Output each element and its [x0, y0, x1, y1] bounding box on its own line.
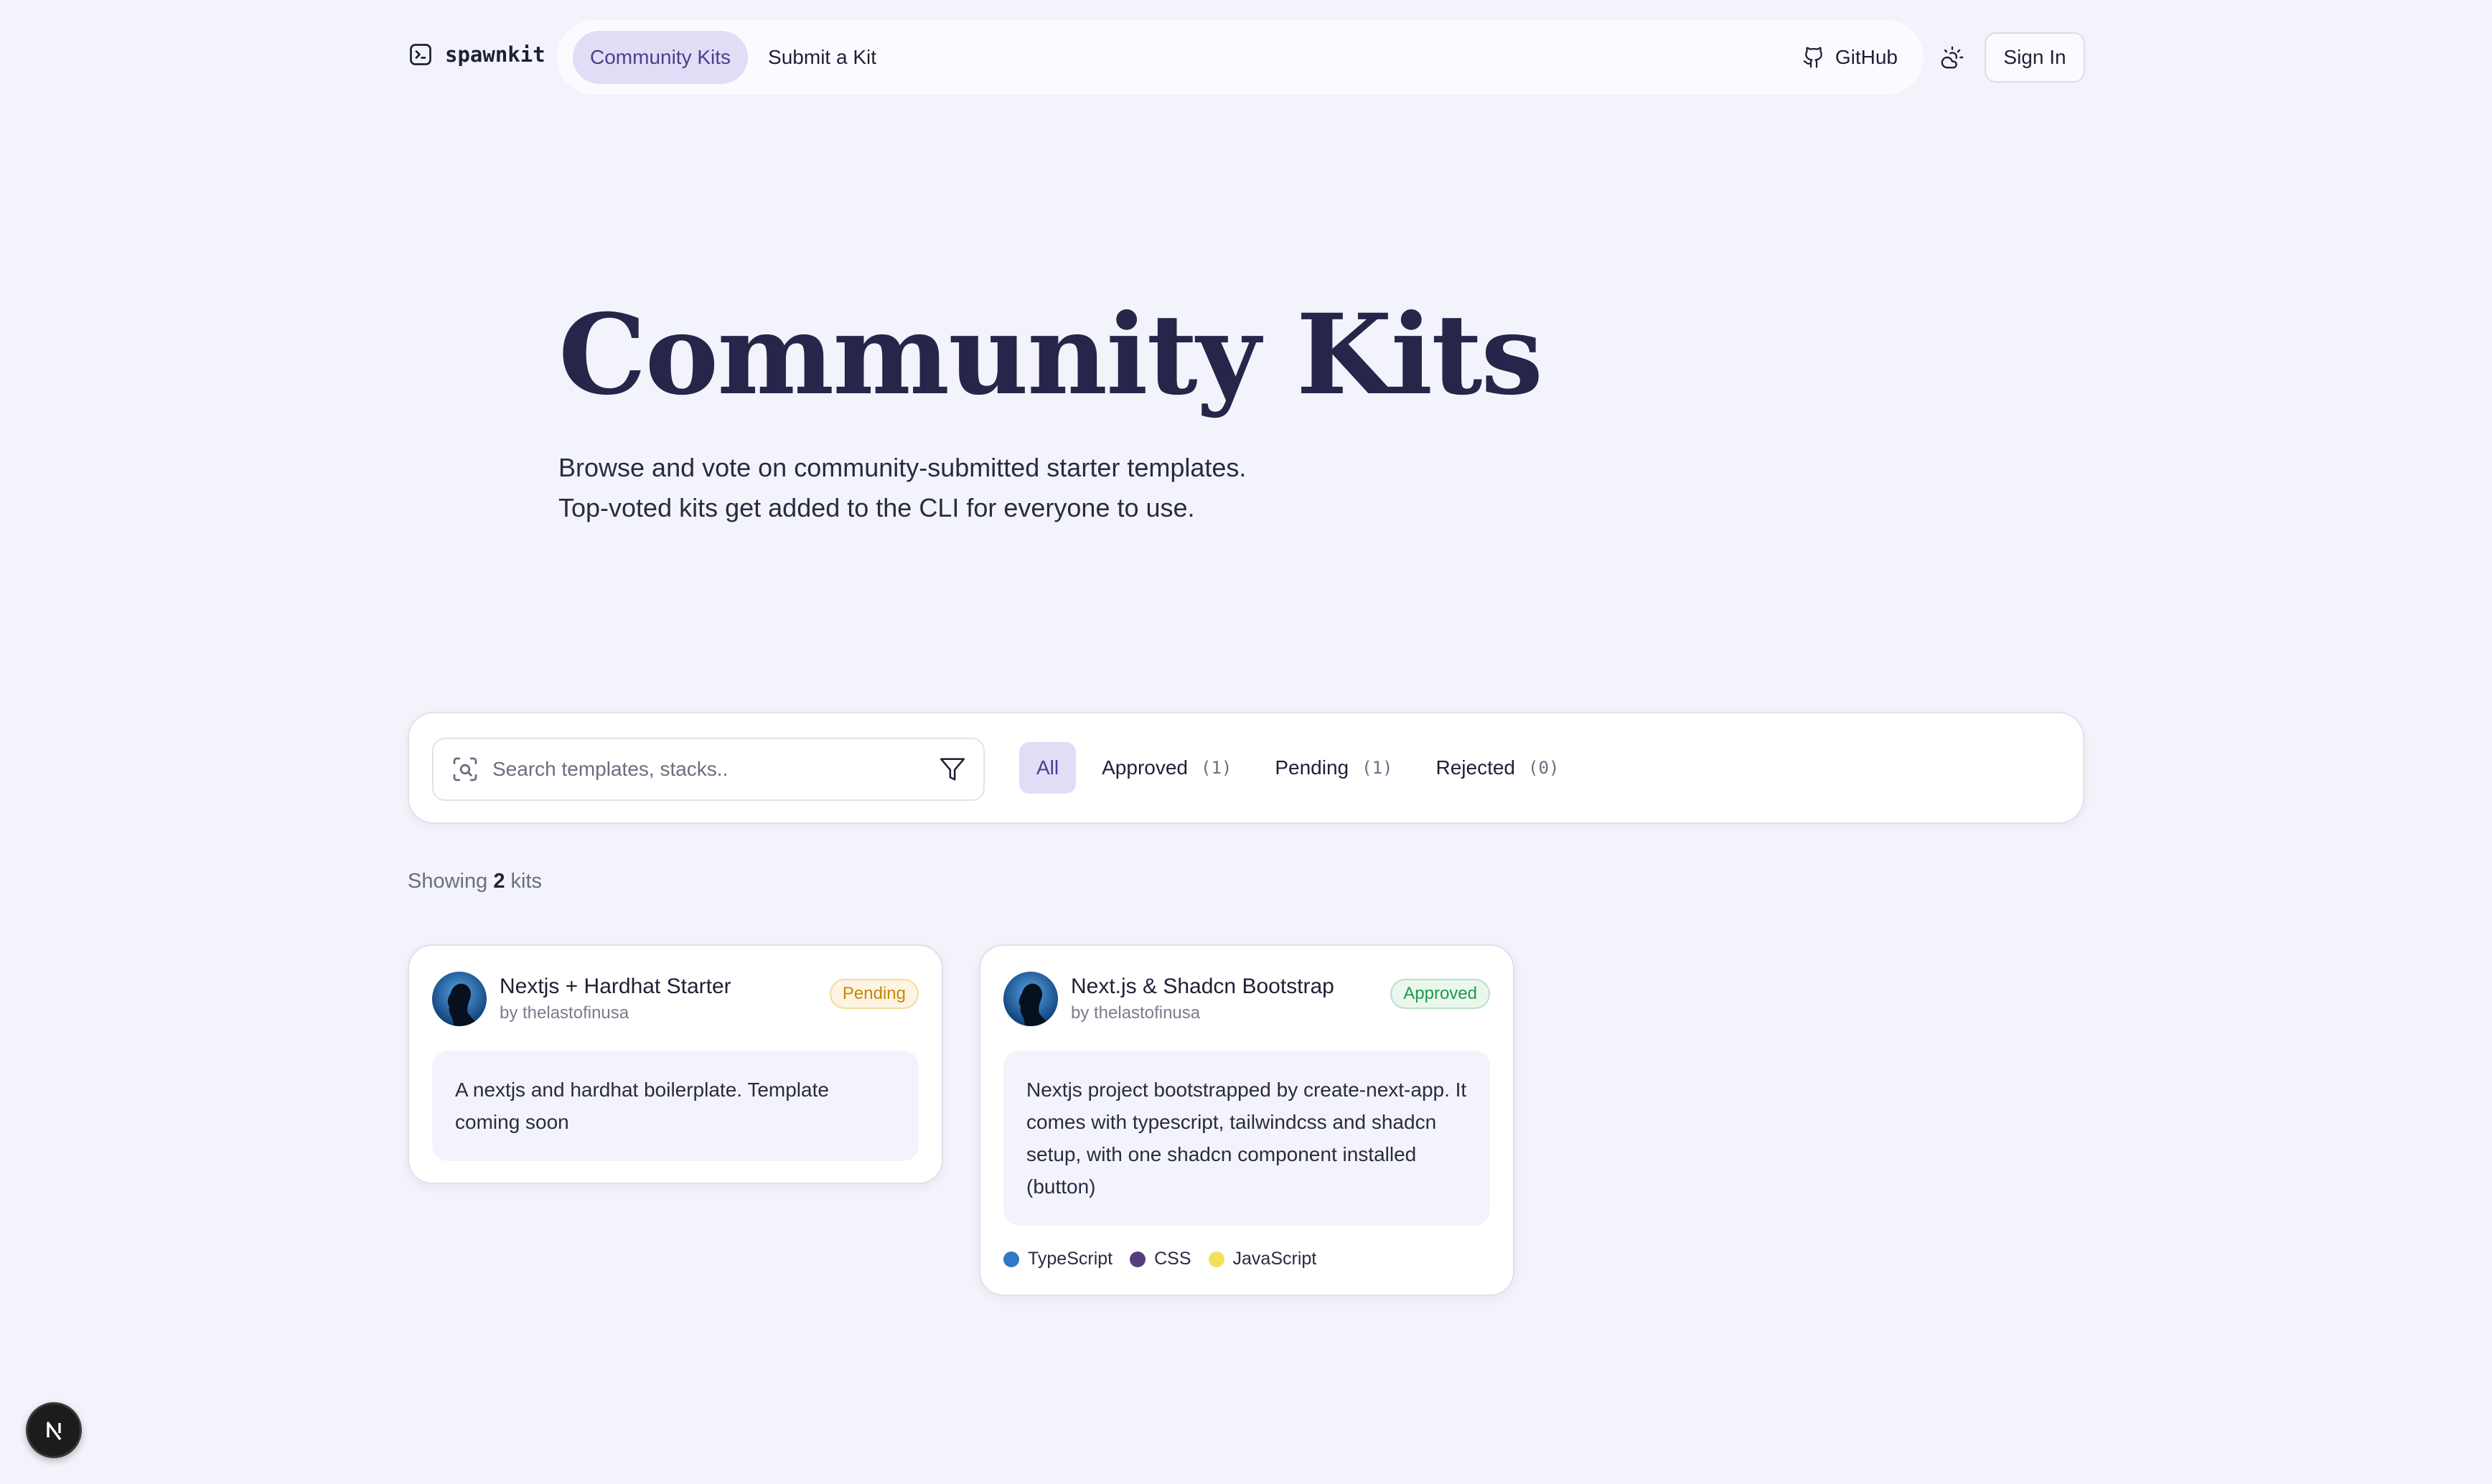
cloud-sun-icon — [1941, 46, 1964, 69]
nextjs-dev-badge[interactable] — [26, 1402, 82, 1458]
kit-card-titles: Next.js & Shadcn Bootstrap by thelastofi… — [1071, 975, 1334, 1023]
kit-author: by thelastofinusa — [1071, 1003, 1201, 1023]
tab-rejected-count: (0) — [1528, 758, 1560, 778]
nextjs-logo-icon — [47, 1422, 62, 1441]
language-item: CSS — [1130, 1249, 1191, 1269]
brand-logo[interactable]: spawnkit — [408, 42, 545, 67]
kit-author: by thelastofinusa — [500, 1003, 629, 1023]
top-navbar: Community Kits Submit a Kit GitHub — [557, 20, 1924, 95]
nav-tab-community-kits[interactable]: Community Kits — [573, 31, 749, 84]
tab-all[interactable]: All — [1019, 742, 1077, 794]
tab-rejected-label: Rejected — [1435, 756, 1515, 779]
tab-pending[interactable]: Pending (1) — [1257, 742, 1410, 794]
search-input[interactable] — [492, 758, 939, 781]
status-badge: Pending — [829, 979, 919, 1009]
brand-name: spawnkit — [445, 42, 545, 67]
tab-approved[interactable]: Approved (1) — [1085, 742, 1249, 794]
kit-title[interactable]: Nextjs + Hardhat Starter — [500, 975, 731, 999]
sign-in-button[interactable]: Sign In — [1985, 32, 2085, 83]
tab-all-label: All — [1036, 756, 1059, 779]
github-label: GitHub — [1835, 46, 1898, 68]
tab-rejected[interactable]: Rejected (0) — [1418, 742, 1576, 794]
page-description-line-1: Browse and vote on community-submitted s… — [558, 453, 1247, 482]
kit-card[interactable]: Nextjs + Hardhat Starter by thelastofinu… — [408, 944, 943, 1184]
tab-approved-count: (1) — [1201, 758, 1232, 778]
tab-pending-count: (1) — [1362, 758, 1393, 778]
github-icon — [1803, 47, 1822, 68]
filter-icon[interactable] — [939, 756, 966, 783]
status-tabs: All Approved (1) Pending (1) Rejected (0… — [1019, 742, 1576, 794]
kit-card-header: Nextjs + Hardhat Starter by thelastofinu… — [432, 972, 919, 1026]
terminal-icon — [410, 44, 431, 65]
search-box[interactable] — [432, 738, 985, 801]
results-prefix: Showing — [408, 870, 488, 893]
tab-approved-label: Approved — [1102, 756, 1188, 779]
page-description-line-2: Top-voted kits get added to the CLI for … — [558, 493, 1195, 522]
language-name: CSS — [1154, 1249, 1191, 1269]
nav-tab-submit-kit[interactable]: Submit a Kit — [751, 31, 894, 84]
kit-description: Nextjs project bootstrapped by create-ne… — [1003, 1051, 1490, 1226]
language-item: JavaScript — [1208, 1249, 1317, 1269]
github-link[interactable]: GitHub — [1792, 31, 1908, 84]
tab-pending-label: Pending — [1275, 756, 1349, 779]
page-title: Community Kits — [558, 290, 1543, 420]
search-icon — [453, 757, 477, 781]
language-list: TypeScript CSS JavaScript — [1003, 1249, 1316, 1269]
author-avatar — [1003, 972, 1058, 1026]
status-badge: Approved — [1390, 979, 1490, 1009]
language-name: TypeScript — [1028, 1249, 1113, 1269]
language-color-dot — [1003, 1251, 1019, 1267]
kit-card-header: Next.js & Shadcn Bootstrap by thelastofi… — [1003, 972, 1490, 1026]
kit-card[interactable]: Next.js & Shadcn Bootstrap by thelastofi… — [979, 944, 1514, 1296]
filter-bar: All Approved (1) Pending (1) Rejected (0… — [408, 712, 2084, 824]
kit-description: A nextjs and hardhat boilerplate. Templa… — [432, 1051, 919, 1161]
results-number: 2 — [493, 870, 505, 893]
kit-card-titles: Nextjs + Hardhat Starter by thelastofinu… — [500, 975, 731, 1023]
results-count: Showing 2 kits — [408, 870, 542, 893]
page-description: Browse and vote on community-submitted s… — [558, 448, 1246, 528]
author-avatar — [432, 972, 487, 1026]
kit-title[interactable]: Next.js & Shadcn Bootstrap — [1071, 975, 1334, 999]
language-name: JavaScript — [1232, 1249, 1317, 1269]
language-color-dot — [1130, 1251, 1146, 1267]
theme-toggle-button[interactable] — [1938, 43, 1967, 72]
language-item: TypeScript — [1003, 1249, 1112, 1269]
results-suffix: kits — [510, 870, 543, 893]
language-color-dot — [1208, 1251, 1224, 1267]
